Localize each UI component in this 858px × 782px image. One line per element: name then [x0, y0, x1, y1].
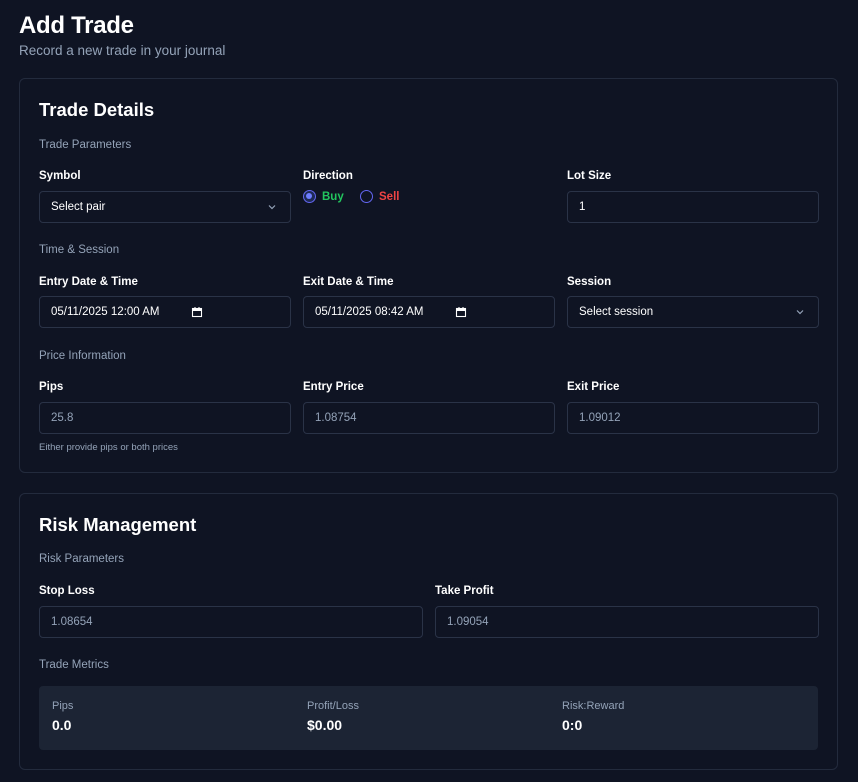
- metric-profit-loss-value: $0.00: [307, 717, 343, 733]
- lot-size-label: Lot Size: [567, 170, 612, 182]
- exit-datetime-input[interactable]: 05/11/2025 08:42 AM: [303, 296, 555, 328]
- exit-price-placeholder: 1.09012: [579, 412, 621, 424]
- risk-parameters-heading: Risk Parameters: [39, 553, 124, 565]
- entry-price-input[interactable]: 1.08754: [303, 402, 555, 434]
- session-select-value: Select session: [579, 306, 654, 318]
- sell-label: Sell: [379, 190, 400, 203]
- lot-size-input[interactable]: 1: [567, 191, 819, 223]
- symbol-select[interactable]: Select pair: [39, 191, 291, 223]
- page-subtitle: Record a new trade in your journal: [19, 43, 226, 58]
- take-profit-input[interactable]: 1.09054: [435, 606, 819, 638]
- metric-pips-value: 0.0: [52, 717, 72, 733]
- trade-parameters-heading: Trade Parameters: [39, 139, 132, 151]
- chevron-down-icon: [268, 205, 276, 210]
- page-title: Add Trade: [19, 12, 134, 39]
- trade-details-card: Trade Details Trade Parameters Symbol Se…: [19, 78, 838, 473]
- pips-hint: Either provide pips or both prices: [39, 442, 178, 453]
- stop-loss-label: Stop Loss: [39, 585, 95, 597]
- exit-datetime-label: Exit Date & Time: [303, 276, 394, 288]
- entry-price-placeholder: 1.08754: [315, 412, 357, 424]
- risk-management-title: Risk Management: [39, 514, 197, 535]
- symbol-label: Symbol: [39, 170, 81, 182]
- risk-management-card: Risk Management Risk Parameters Stop Los…: [19, 493, 838, 770]
- buy-label: Buy: [322, 190, 344, 203]
- entry-datetime-value: 05/11/2025 12:00 AM: [51, 306, 160, 318]
- time-session-heading: Time & Session: [39, 244, 120, 256]
- take-profit-placeholder: 1.09054: [447, 616, 489, 628]
- trade-details-title: Trade Details: [39, 99, 155, 120]
- direction-sell-option[interactable]: Sell: [360, 190, 399, 203]
- metric-risk-reward-value: 0:0: [562, 717, 583, 733]
- calendar-icon[interactable]: [455, 306, 467, 318]
- exit-price-input[interactable]: 1.09012: [567, 402, 819, 434]
- pips-label: Pips: [39, 381, 64, 393]
- take-profit-label: Take Profit: [435, 585, 494, 597]
- entry-datetime-label: Entry Date & Time: [39, 276, 138, 288]
- entry-datetime-input[interactable]: 05/11/2025 12:00 AM: [39, 296, 291, 328]
- buy-radio[interactable]: [303, 190, 316, 203]
- direction-buy-option[interactable]: Buy: [303, 190, 344, 203]
- trade-metrics-heading: Trade Metrics: [39, 659, 109, 671]
- sell-radio[interactable]: [360, 190, 373, 203]
- lot-size-value: 1: [579, 201, 586, 213]
- exit-price-label: Exit Price: [567, 381, 620, 393]
- metric-profit-loss-label: Profit/Loss: [307, 700, 359, 712]
- stop-loss-placeholder: 1.08654: [51, 616, 93, 628]
- symbol-select-value: Select pair: [51, 201, 106, 213]
- pips-placeholder: 25.8: [51, 412, 74, 424]
- metric-risk-reward-label: Risk:Reward: [562, 700, 625, 712]
- price-information-heading: Price Information: [39, 350, 126, 362]
- exit-datetime-value: 05/11/2025 08:42 AM: [315, 306, 424, 318]
- entry-price-label: Entry Price: [303, 381, 364, 393]
- session-label: Session: [567, 276, 612, 288]
- stop-loss-input[interactable]: 1.08654: [39, 606, 423, 638]
- session-select[interactable]: Select session: [567, 296, 819, 328]
- metric-pips-label: Pips: [52, 700, 74, 712]
- trade-metrics-panel: Pips 0.0 Profit/Loss $0.00 Risk:Reward 0…: [39, 686, 818, 750]
- chevron-down-icon: [796, 310, 804, 315]
- calendar-icon[interactable]: [191, 306, 203, 318]
- direction-label: Direction: [303, 170, 353, 182]
- pips-input[interactable]: 25.8: [39, 402, 291, 434]
